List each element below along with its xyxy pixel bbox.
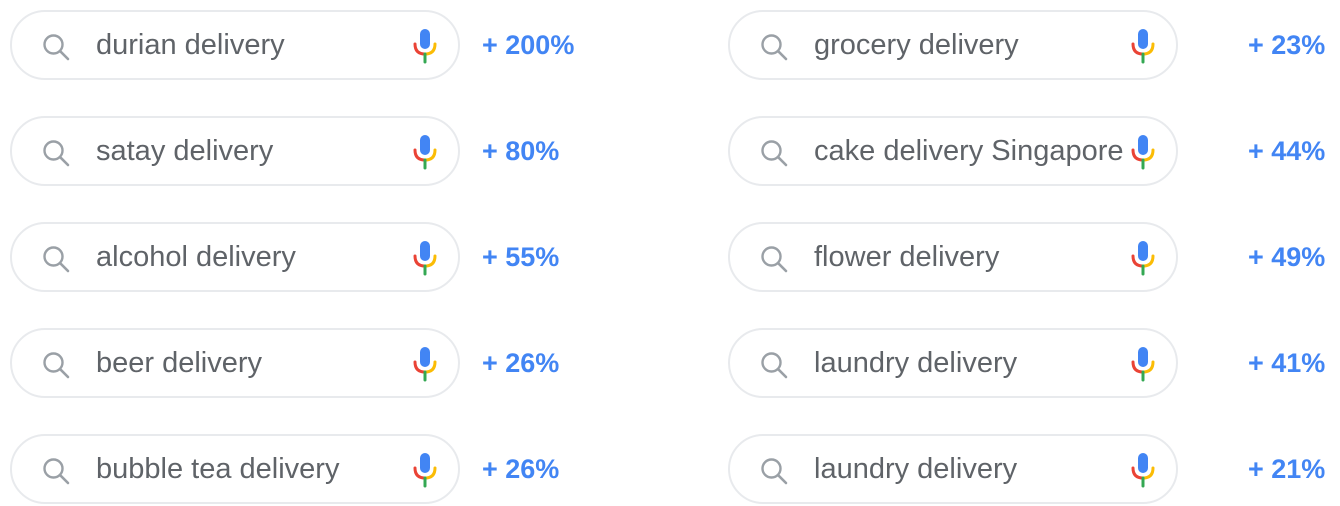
search-box[interactable]: cake delivery Singapore <box>728 116 1178 186</box>
search-box[interactable]: laundry delivery <box>728 434 1178 504</box>
growth-percentage: + 49% <box>1248 242 1326 272</box>
search-box[interactable]: beer delivery <box>10 328 460 398</box>
search-query[interactable]: alcohol delivery <box>96 224 296 290</box>
mic-icon[interactable] <box>412 346 438 382</box>
search-query[interactable]: bubble tea delivery <box>96 436 339 502</box>
growth-percentage: + 26% <box>482 348 560 378</box>
search-query[interactable]: flower delivery <box>814 224 999 290</box>
search-box[interactable]: alcohol delivery <box>10 222 460 292</box>
search-query[interactable]: cake delivery Singapore <box>814 118 1124 184</box>
search-row: grocery delivery + 23% <box>728 10 1340 82</box>
mic-icon[interactable] <box>1130 134 1156 170</box>
search-row: flower delivery + 49% <box>728 222 1340 294</box>
search-icon <box>761 458 788 485</box>
growth-percentage: + 23% <box>1248 30 1326 60</box>
search-icon <box>761 352 788 379</box>
search-row: satay delivery + 80% <box>10 116 630 188</box>
mic-icon[interactable] <box>1130 240 1156 276</box>
search-row: cake delivery Singapore + 44% <box>728 116 1340 188</box>
left-search-list: durian delivery + 200% satay delivery + … <box>10 10 630 506</box>
mic-icon[interactable] <box>1130 346 1156 382</box>
search-row: beer delivery + 26% <box>10 328 630 400</box>
search-box[interactable]: laundry delivery <box>728 328 1178 398</box>
search-box[interactable]: flower delivery <box>728 222 1178 292</box>
growth-percentage: + 200% <box>482 30 575 60</box>
search-icon <box>43 246 70 273</box>
growth-percentage: + 80% <box>482 136 560 166</box>
growth-percentage: + 44% <box>1248 136 1326 166</box>
growth-percentage: + 26% <box>482 454 560 484</box>
search-box[interactable]: satay delivery <box>10 116 460 186</box>
search-icon <box>761 34 788 61</box>
search-query[interactable]: laundry delivery <box>814 436 1017 502</box>
search-row: alcohol delivery + 55% <box>10 222 630 294</box>
search-row: laundry delivery + 21% <box>728 434 1340 506</box>
growth-percentage: + 41% <box>1248 348 1326 378</box>
search-query[interactable]: durian delivery <box>96 12 285 78</box>
growth-percentage: + 55% <box>482 242 560 272</box>
mic-icon[interactable] <box>1130 452 1156 488</box>
search-row: durian delivery + 200% <box>10 10 630 82</box>
search-box[interactable]: bubble tea delivery <box>10 434 460 504</box>
mic-icon[interactable] <box>412 452 438 488</box>
search-box[interactable]: durian delivery <box>10 10 460 80</box>
search-query[interactable]: satay delivery <box>96 118 273 184</box>
search-icon <box>43 458 70 485</box>
search-row: bubble tea delivery + 26% <box>10 434 630 506</box>
search-icon <box>761 246 788 273</box>
mic-icon[interactable] <box>1130 28 1156 64</box>
search-row: laundry delivery + 41% <box>728 328 1340 400</box>
mic-icon[interactable] <box>412 28 438 64</box>
search-query[interactable]: beer delivery <box>96 330 262 396</box>
mic-icon[interactable] <box>412 134 438 170</box>
search-icon <box>43 352 70 379</box>
mic-icon[interactable] <box>412 240 438 276</box>
search-icon <box>43 34 70 61</box>
search-icon <box>43 140 70 167</box>
search-query[interactable]: grocery delivery <box>814 12 1019 78</box>
search-icon <box>761 140 788 167</box>
right-search-list: grocery delivery + 23% cake delivery Sin… <box>728 10 1340 506</box>
growth-percentage: + 21% <box>1248 454 1326 484</box>
search-box[interactable]: grocery delivery <box>728 10 1178 80</box>
search-query[interactable]: laundry delivery <box>814 330 1017 396</box>
